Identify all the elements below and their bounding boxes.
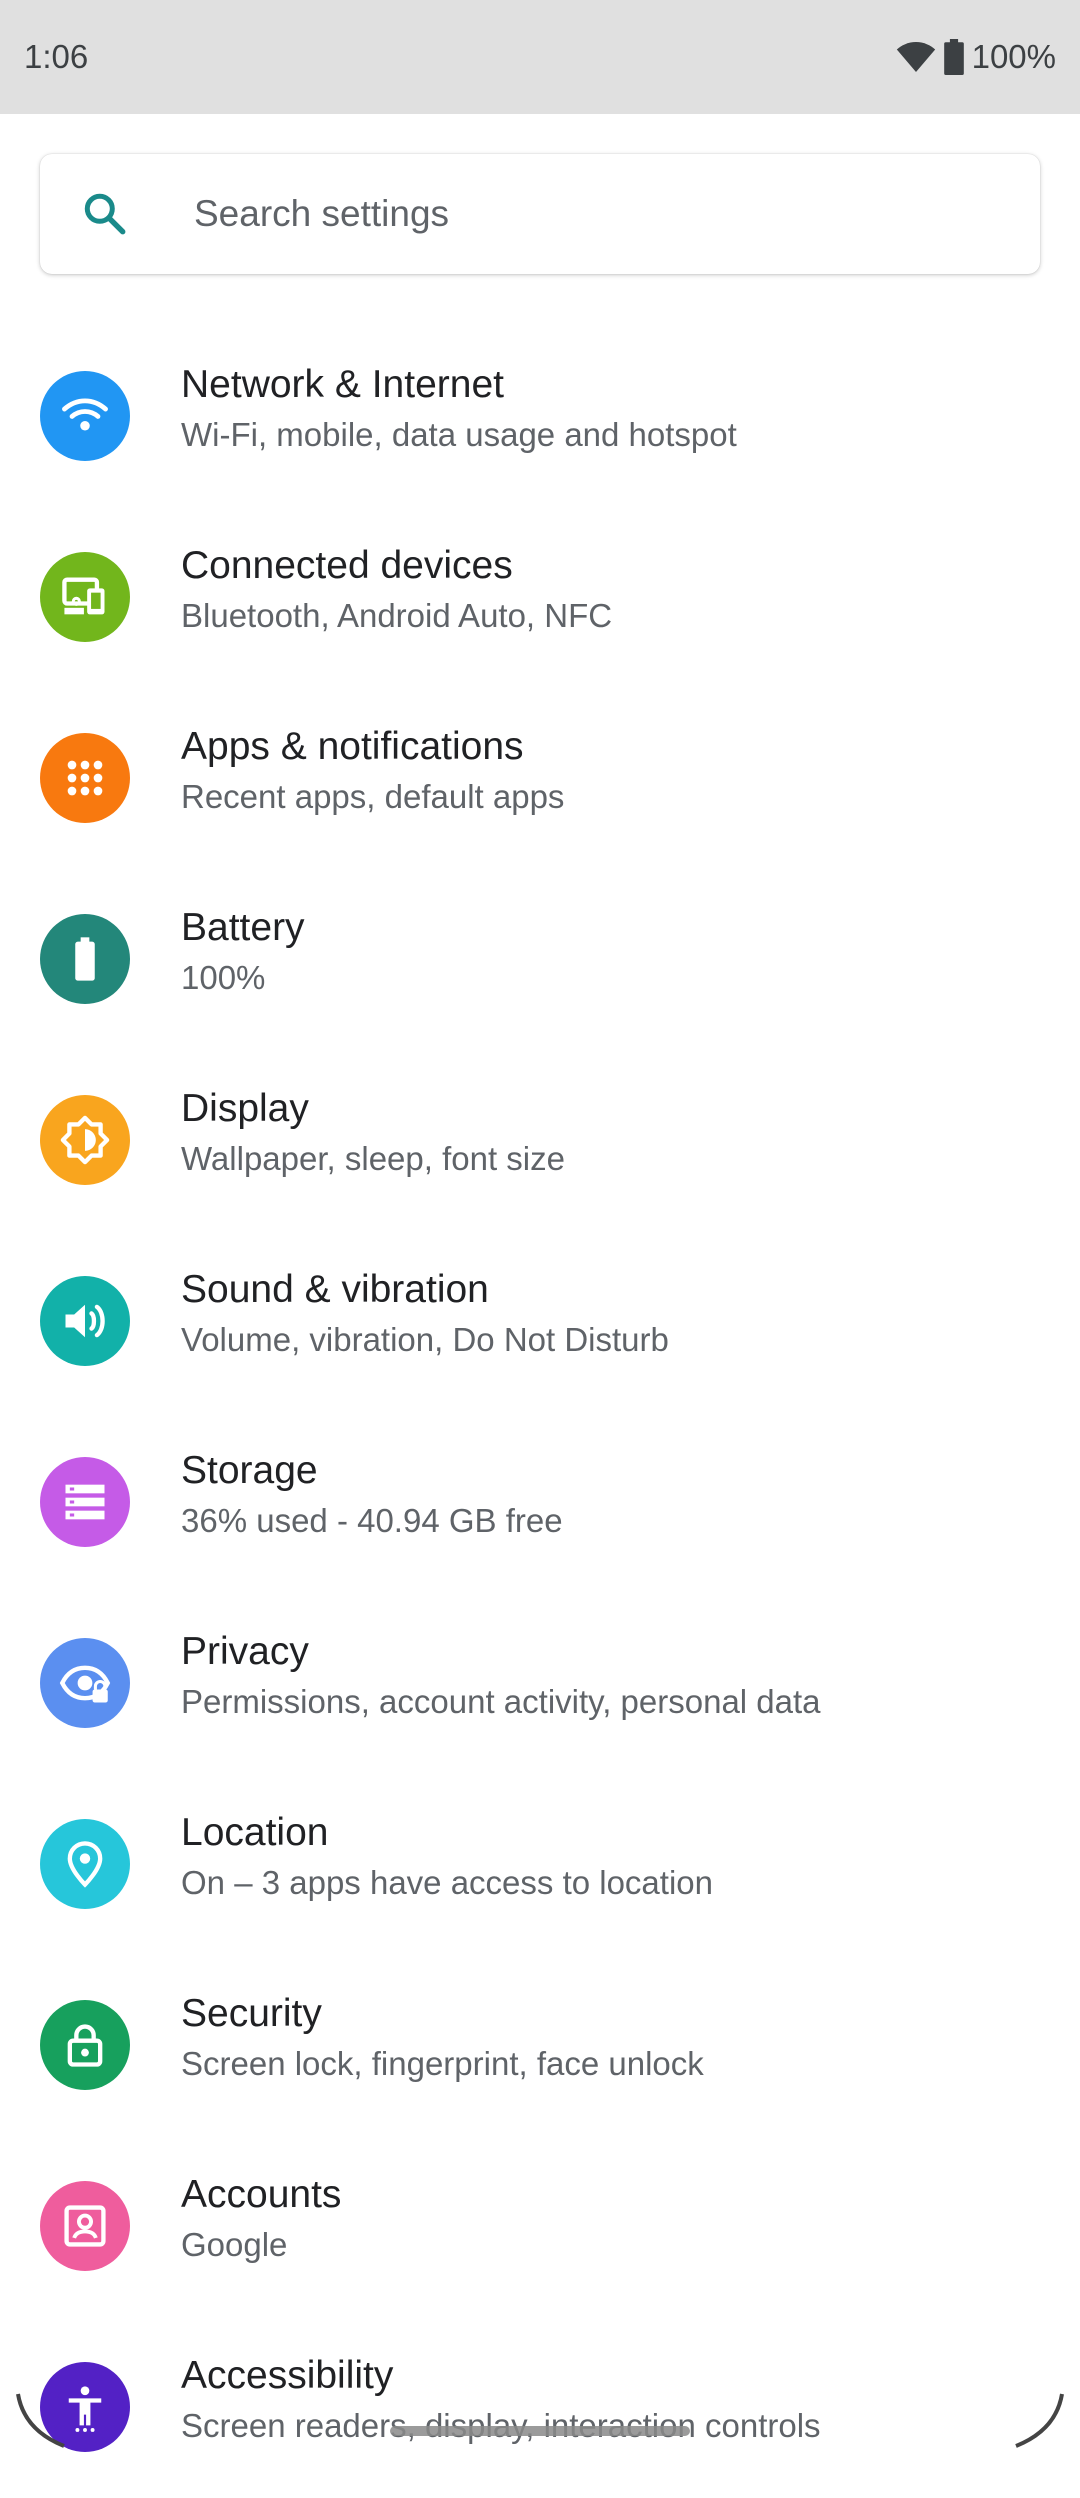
- screen-corner-left: [16, 2393, 65, 2448]
- settings-item-subtitle: Recent apps, default apps: [181, 778, 565, 815]
- settings-item-title: Accessibility: [181, 2354, 394, 2397]
- settings-item-title: Connected devices: [181, 544, 513, 587]
- privacy-eye-icon: [40, 1638, 130, 1728]
- settings-item-subtitle: 36% used - 40.94 GB free: [181, 1502, 563, 1539]
- search-icon: [84, 193, 126, 235]
- settings-item-apps[interactable]: Apps & notifications Recent apps, default…: [0, 688, 1080, 869]
- settings-item-subtitle: Wallpaper, sleep, font size: [181, 1140, 565, 1177]
- settings-item-title: Battery: [181, 906, 305, 949]
- brightness-icon: [40, 1095, 130, 1185]
- wifi-icon: [896, 42, 935, 72]
- settings-item-network[interactable]: Network & Internet Wi-Fi, mobile, data us…: [0, 326, 1080, 507]
- settings-item-sound[interactable]: Sound & vibration Volume, vibration, Do N…: [0, 1231, 1080, 1412]
- search-bar[interactable]: Search settings: [40, 154, 1040, 274]
- settings-item-security[interactable]: Security Screen lock, fingerprint, face u…: [0, 1955, 1080, 2136]
- status-bar: 1:06 100%: [0, 0, 1080, 114]
- settings-item-subtitle: 100%: [181, 959, 266, 996]
- account-icon: [40, 2181, 130, 2271]
- battery-icon: [943, 39, 964, 75]
- location-pin-icon: [40, 1819, 130, 1909]
- volume-icon: [40, 1276, 130, 1366]
- settings-item-subtitle: On – 3 apps have access to location: [181, 1864, 713, 1901]
- settings-item-subtitle: Bluetooth, Android Auto, NFC: [181, 597, 613, 634]
- settings-item-accounts[interactable]: Accounts Google: [0, 2136, 1080, 2317]
- status-icons: 100%: [896, 38, 1056, 76]
- settings-item-title: Apps & notifications: [181, 725, 524, 768]
- settings-list: Network & Internet Wi-Fi, mobile, data us…: [0, 326, 1080, 2498]
- apps-grid-icon: [40, 733, 130, 823]
- settings-item-title: Location: [181, 1811, 329, 1854]
- settings-item-storage[interactable]: Storage 36% used - 40.94 GB free: [0, 1412, 1080, 1593]
- devices-icon: [40, 552, 130, 642]
- search-input[interactable]: Search settings: [194, 154, 449, 274]
- settings-item-location[interactable]: Location On – 3 apps have access to locat…: [0, 1774, 1080, 1955]
- settings-item-title: Security: [181, 1992, 322, 2035]
- settings-item-accessibility[interactable]: AccessibilityScreen readers, display, in…: [0, 2317, 1080, 2498]
- wifi-icon: [40, 371, 130, 461]
- settings-item-title: Privacy: [181, 1630, 309, 1673]
- settings-item-privacy[interactable]: Privacy Permissions, account activity, pe…: [0, 1593, 1080, 1774]
- settings-item-title: Accounts: [181, 2173, 342, 2216]
- settings-item-connected[interactable]: Connected devices Bluetooth, Android Auto…: [0, 507, 1080, 688]
- status-time: 1:06: [24, 38, 89, 75]
- settings-item-subtitle: Volume, vibration, Do Not Disturb: [181, 1321, 669, 1358]
- settings-item-title: Sound & vibration: [181, 1268, 489, 1311]
- lock-icon: [40, 2000, 130, 2090]
- storage-icon: [40, 1457, 130, 1547]
- settings-item-title: Storage: [181, 1449, 318, 1492]
- settings-item-display[interactable]: Display Wallpaper, sleep, font size: [0, 1050, 1080, 1231]
- settings-item-subtitle: Wi-Fi, mobile, data usage and hotspot: [181, 416, 737, 453]
- settings-item-title: Network & Internet: [181, 363, 504, 406]
- settings-item-subtitle: Screen lock, fingerprint, face unlock: [181, 2045, 704, 2082]
- settings-item-battery[interactable]: Battery 100%: [0, 869, 1080, 1050]
- battery-icon: [40, 914, 130, 1004]
- gesture-nav-handle[interactable]: [390, 2426, 690, 2436]
- settings-item-title: Display: [181, 1087, 309, 1130]
- settings-item-subtitle: Permissions, account activity, personal …: [181, 1683, 821, 1720]
- battery-percent: 100%: [971, 38, 1056, 75]
- screen-corner-right: [1015, 2393, 1064, 2448]
- settings-item-subtitle: Google: [181, 2226, 288, 2263]
